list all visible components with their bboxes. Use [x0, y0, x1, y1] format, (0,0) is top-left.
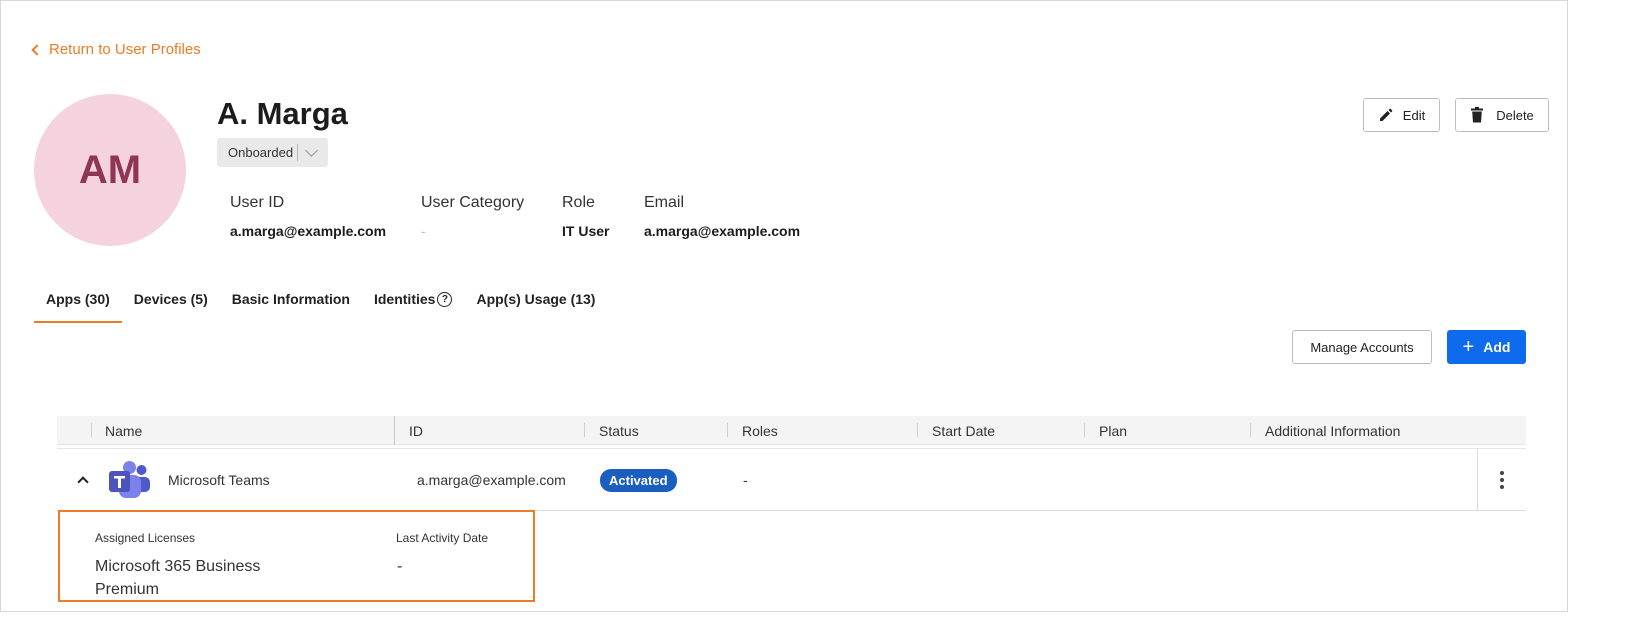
column-header-status-label: Status: [599, 422, 639, 439]
chevron-up-icon: [77, 476, 89, 488]
assigned-licenses-value: Microsoft 365 Business Premium: [95, 555, 260, 601]
column-header-additional-information[interactable]: Additional Information: [1265, 416, 1400, 445]
tab-identities[interactable]: Identities?: [362, 283, 464, 323]
dropdown-divider: [297, 144, 298, 161]
manage-accounts-label: Manage Accounts: [1310, 339, 1414, 355]
column-divider: [91, 423, 92, 437]
edit-button[interactable]: Edit: [1363, 98, 1440, 132]
page-title: A. Marga: [217, 96, 348, 131]
add-label: Add: [1483, 339, 1511, 355]
delete-label: Delete: [1496, 107, 1534, 123]
assigned-licenses-line-1: Microsoft 365 Business: [95, 558, 261, 575]
column-header-roles[interactable]: Roles: [742, 416, 778, 445]
user-profile-panel: Return to User Profiles AM A. Marga Onbo…: [0, 0, 1568, 612]
app-account-id: a.marga@example.com: [417, 472, 566, 488]
tab-identities-label: Identities: [373, 291, 436, 307]
column-divider: [1084, 423, 1085, 437]
trash-icon: [1471, 107, 1484, 123]
pencil-icon: [1379, 108, 1393, 121]
email-field: Email a.marga@example.com: [644, 194, 800, 239]
tab-apps-usage-label: App(s) Usage (13): [476, 291, 596, 307]
tab-basic-information-label: Basic Information: [231, 291, 350, 307]
row-details-panel: Assigned Licenses Microsoft 365 Business…: [58, 510, 535, 602]
column-divider: [727, 423, 728, 437]
user-id-value: a.marga@example.com: [230, 223, 387, 239]
collapse-row-button[interactable]: [77, 449, 89, 511]
microsoft-teams-icon: [108, 449, 150, 511]
last-activity-date-label: Last Activity Date: [396, 531, 489, 545]
chevron-left-icon: [31, 43, 43, 56]
column-divider: [394, 416, 395, 445]
email-label: Email: [644, 194, 685, 211]
kebab-dot-icon: [1500, 471, 1504, 475]
column-header-plan-label: Plan: [1099, 422, 1128, 439]
kebab-dot-icon: [1500, 478, 1504, 482]
user-category-value: -: [421, 223, 426, 239]
manage-accounts-button[interactable]: Manage Accounts: [1292, 330, 1432, 364]
app-name[interactable]: Microsoft Teams: [168, 449, 270, 511]
column-header-roles-label: Roles: [742, 422, 778, 439]
plus-icon: +: [1462, 336, 1475, 358]
tab-apps[interactable]: Apps (30): [34, 283, 122, 323]
email-value: a.marga@example.com: [644, 223, 801, 239]
add-button[interactable]: + Add: [1447, 330, 1526, 364]
assigned-licenses-line-2: Premium: [95, 581, 160, 598]
table-header: Name ID Status Roles Start Date Plan Add…: [57, 416, 1526, 445]
page: Return to User Profiles AM A. Marga Onbo…: [0, 0, 1649, 644]
roles-value: -: [743, 472, 748, 488]
delete-button[interactable]: Delete: [1455, 98, 1549, 132]
return-to-user-profiles-link[interactable]: Return to User Profiles: [31, 41, 201, 58]
column-header-start-date-label: Start Date: [932, 422, 996, 439]
avatar-initials: AM: [78, 147, 142, 192]
column-header-plan[interactable]: Plan: [1099, 416, 1127, 445]
column-header-additional-information-label: Additional Information: [1265, 422, 1401, 439]
tab-basic-information[interactable]: Basic Information: [220, 283, 362, 323]
role-label: Role: [562, 194, 595, 211]
status-dropdown[interactable]: Onboarded: [217, 138, 328, 167]
edit-label: Edit: [1402, 107, 1426, 123]
role-value: IT User: [562, 223, 610, 239]
user-category-label: User Category: [421, 194, 525, 211]
chevron-down-icon: [305, 143, 318, 157]
last-activity-date-value: -: [397, 558, 403, 575]
role-field: Role IT User: [562, 194, 609, 239]
return-link-label: Return to User Profiles: [49, 41, 201, 58]
status-dropdown-value: Onboarded: [228, 145, 294, 160]
user-id-field: User ID a.marga@example.com: [230, 194, 386, 239]
user-category-field: User Category -: [421, 194, 524, 239]
column-header-status[interactable]: Status: [599, 416, 639, 445]
help-icon[interactable]: ?: [437, 291, 453, 307]
column-header-id-label: ID: [409, 422, 423, 439]
avatar: AM: [34, 94, 186, 246]
tab-devices[interactable]: Devices (5): [122, 283, 220, 323]
tab-apps-usage[interactable]: App(s) Usage (13): [464, 283, 607, 323]
column-divider: [1250, 423, 1251, 437]
user-id-label: User ID: [230, 194, 285, 211]
column-header-id[interactable]: ID: [409, 416, 423, 445]
kebab-dot-icon: [1500, 485, 1504, 489]
status-badge: Activated: [600, 468, 677, 492]
profile-tabs: Apps (30) Devices (5) Basic Information …: [34, 283, 607, 323]
row-more-options-button[interactable]: [1477, 449, 1526, 511]
tab-apps-label: Apps (30): [46, 291, 110, 307]
column-header-name[interactable]: Name: [105, 416, 142, 445]
column-divider: [917, 423, 918, 437]
status-cell: Activated: [600, 449, 677, 511]
column-header-start-date[interactable]: Start Date: [932, 416, 995, 445]
column-header-name-label: Name: [105, 422, 143, 439]
assigned-licenses-label: Assigned Licenses: [95, 531, 196, 545]
tab-devices-label: Devices (5): [133, 291, 208, 307]
table-row: Microsoft Teams a.marga@example.com Acti…: [57, 448, 1526, 511]
column-divider: [584, 423, 585, 437]
